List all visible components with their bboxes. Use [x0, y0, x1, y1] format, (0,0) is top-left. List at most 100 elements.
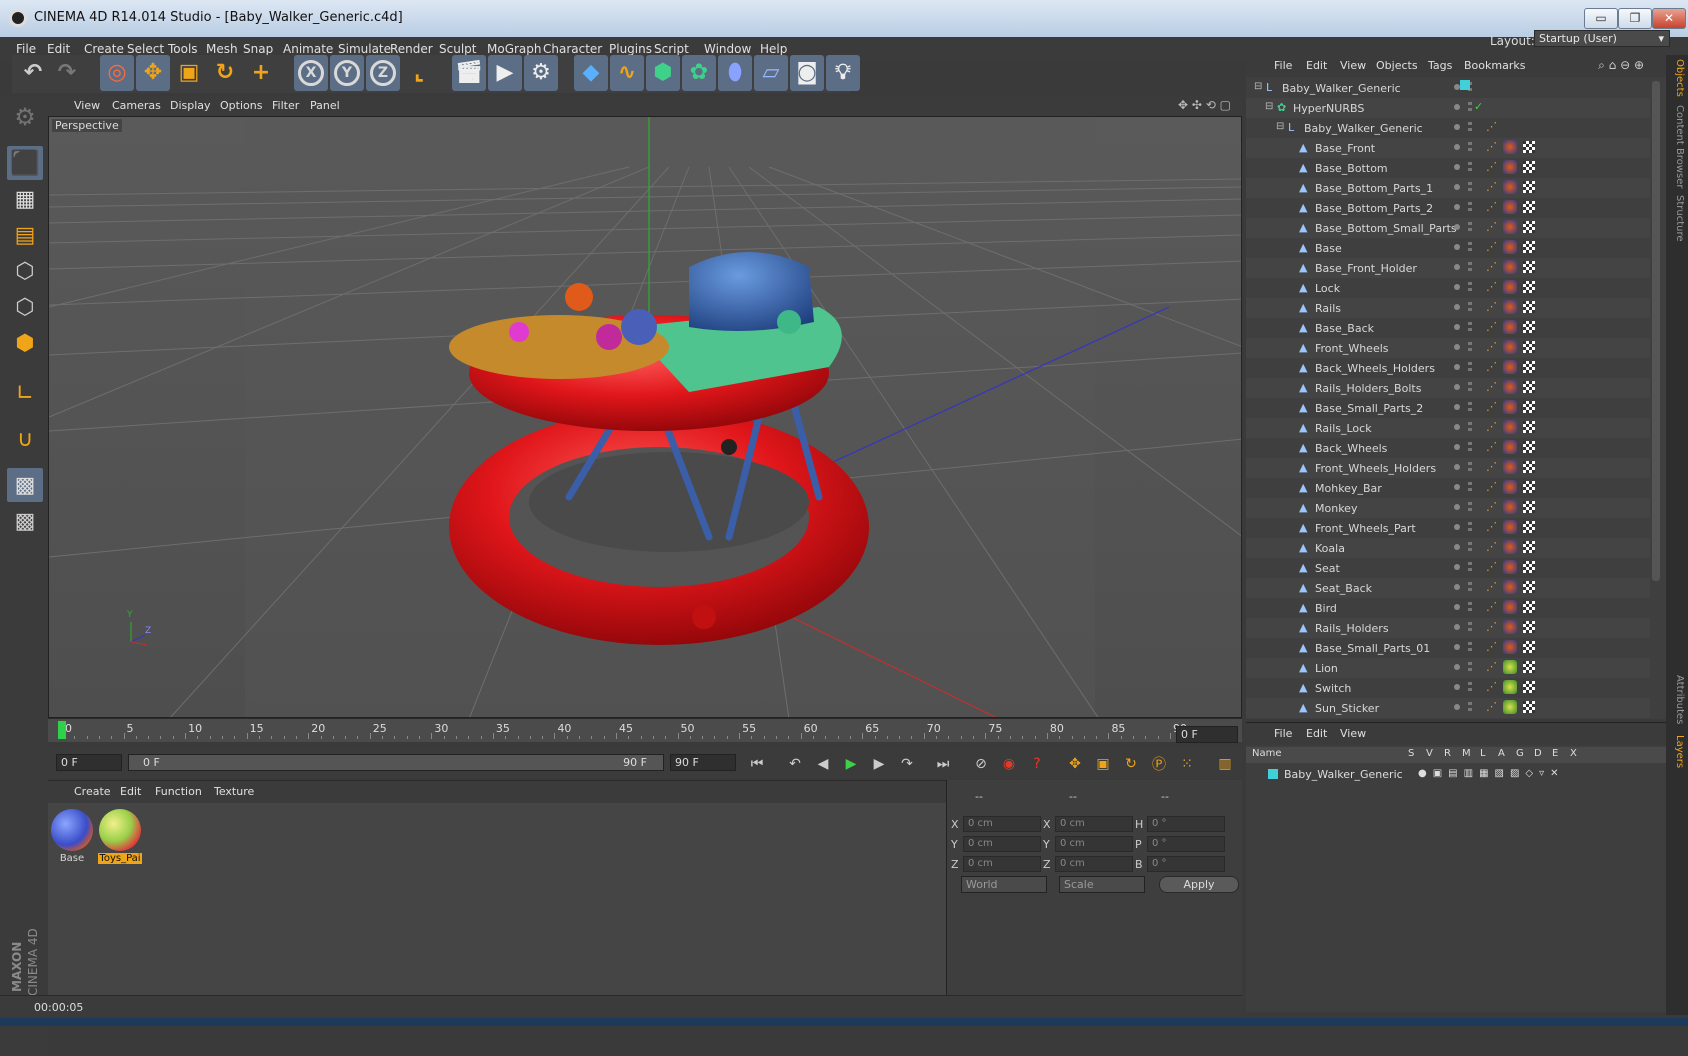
- menu-sculpt[interactable]: Sculpt: [439, 42, 476, 56]
- locked-workplane-button[interactable]: ▩: [7, 504, 43, 538]
- menu-window[interactable]: Window: [704, 42, 751, 56]
- layer-menu-edit[interactable]: Edit: [1306, 727, 1327, 740]
- object-tags[interactable]: ⋰: [1486, 220, 1552, 236]
- menu-mograph[interactable]: MoGraph: [487, 42, 542, 56]
- viewport-nav-icons[interactable]: ✥ ✣ ⟲ ▢: [1178, 98, 1231, 112]
- points-mode-button[interactable]: ⬡: [7, 254, 43, 288]
- coord-field[interactable]: 0 °: [1147, 856, 1225, 872]
- object-tags[interactable]: ⋰: [1486, 300, 1552, 316]
- coord-field[interactable]: 0 °: [1147, 816, 1225, 832]
- visibility-dot[interactable]: [1454, 124, 1460, 130]
- edges-mode-button[interactable]: ⬡: [7, 290, 43, 324]
- render-dot[interactable]: [1468, 402, 1472, 414]
- object-tags[interactable]: ⋰: [1486, 560, 1552, 576]
- visibility-dot[interactable]: [1454, 484, 1460, 490]
- material-base[interactable]: Base: [50, 809, 94, 867]
- coord-mode-select[interactable]: World: [961, 876, 1047, 893]
- object-row[interactable]: ▲ Mohkey_Bar ⋰: [1246, 478, 1650, 498]
- layer-column-x[interactable]: X: [1570, 748, 1577, 759]
- menu-tools[interactable]: Tools: [168, 42, 198, 56]
- object-row[interactable]: ▲ Base_Small_Parts_01 ⋰: [1246, 638, 1650, 658]
- material-menu-texture[interactable]: Texture: [214, 785, 254, 798]
- coord-field[interactable]: 0 °: [1147, 836, 1225, 852]
- expand-toggle-icon[interactable]: ⊟: [1254, 81, 1262, 92]
- object-menu-file[interactable]: File: [1274, 59, 1292, 72]
- menu-mesh[interactable]: Mesh: [206, 42, 238, 56]
- object-menu-edit[interactable]: Edit: [1306, 59, 1327, 72]
- side-tab-objects[interactable]: Objects: [1669, 59, 1685, 97]
- close-button[interactable]: ✕: [1652, 8, 1686, 29]
- render-dot[interactable]: [1468, 562, 1472, 574]
- layer-column-v[interactable]: V: [1426, 748, 1433, 759]
- render-dot[interactable]: [1468, 682, 1472, 694]
- viewport-menu-display[interactable]: Display: [170, 99, 211, 112]
- render-dot[interactable]: [1468, 642, 1472, 654]
- object-menu-view[interactable]: View: [1340, 59, 1366, 72]
- render-view-button[interactable]: 🎬︎: [452, 55, 486, 91]
- menu-help[interactable]: Help: [760, 42, 787, 56]
- object-row[interactable]: ▲ Front_Wheels_Holders ⋰: [1246, 458, 1650, 478]
- object-row[interactable]: ⊟ L Baby_Walker_Generic: [1246, 78, 1650, 98]
- object-row[interactable]: ▲ Base_Front_Holder ⋰: [1246, 258, 1650, 278]
- visibility-dot[interactable]: [1454, 404, 1460, 410]
- visibility-dot[interactable]: [1454, 324, 1460, 330]
- end-frame-field[interactable]: 90 F: [670, 754, 736, 771]
- visibility-dot[interactable]: [1454, 264, 1460, 270]
- render-dot[interactable]: [1468, 662, 1472, 674]
- undo-button[interactable]: ↶: [16, 55, 50, 91]
- layer-toggles[interactable]: ●▣▤▥▦▧▨◇▿✕: [1418, 768, 1565, 779]
- timeline-playhead[interactable]: [58, 721, 66, 739]
- object-menu-bookmarks[interactable]: Bookmarks: [1464, 59, 1525, 72]
- render-dot[interactable]: [1468, 482, 1472, 494]
- coord-scale-select[interactable]: Scale: [1059, 876, 1145, 893]
- visibility-dot[interactable]: [1454, 704, 1460, 710]
- viewport-menu-view[interactable]: View: [74, 99, 100, 112]
- render-dot[interactable]: [1468, 142, 1472, 154]
- menu-file[interactable]: File: [16, 42, 36, 56]
- viewport-menu-options[interactable]: Options: [220, 99, 262, 112]
- render-dot[interactable]: [1468, 502, 1472, 514]
- render-dot[interactable]: [1468, 262, 1472, 274]
- visibility-dot[interactable]: [1454, 304, 1460, 310]
- object-tags[interactable]: ⋰: [1486, 540, 1552, 556]
- coord-field[interactable]: 0 cm: [963, 816, 1041, 832]
- object-tags[interactable]: ⋰: [1486, 160, 1552, 176]
- x-axis-button[interactable]: X: [294, 55, 328, 91]
- side-tab-content-browser[interactable]: Content Browser: [1669, 105, 1685, 188]
- render-dot[interactable]: [1468, 302, 1472, 314]
- axis-mode-button[interactable]: ∟: [7, 376, 43, 410]
- move-tool-button[interactable]: ✥: [136, 55, 170, 91]
- object-row[interactable]: ▲ Seat ⋰: [1246, 558, 1650, 578]
- key-rotation-button[interactable]: ↻: [1118, 752, 1144, 776]
- start-frame-field[interactable]: 0 F: [56, 754, 122, 771]
- visibility-dot[interactable]: [1454, 344, 1460, 350]
- object-tags[interactable]: ⋰: [1486, 200, 1552, 216]
- visibility-dot[interactable]: [1454, 664, 1460, 670]
- object-row[interactable]: ▲ Lock ⋰: [1246, 278, 1650, 298]
- object-tags[interactable]: ⋰: [1486, 460, 1552, 476]
- add-array-button[interactable]: ✿: [682, 55, 716, 91]
- add-tool-button[interactable]: +: [244, 55, 278, 91]
- menu-edit[interactable]: Edit: [47, 42, 70, 56]
- object-row[interactable]: ▲ Front_Wheels_Part ⋰: [1246, 518, 1650, 538]
- object-tags[interactable]: ⋰: [1486, 480, 1552, 496]
- menu-create[interactable]: Create: [84, 42, 124, 56]
- apply-button[interactable]: Apply: [1159, 876, 1239, 893]
- visibility-dot[interactable]: [1454, 444, 1460, 450]
- timeline-ruler[interactable]: 051015202530354045505560657075808590: [48, 718, 1242, 742]
- object-row[interactable]: ▲ Base ⋰: [1246, 238, 1650, 258]
- polygons-mode-button[interactable]: ⬢: [7, 326, 43, 360]
- visibility-dot[interactable]: [1454, 604, 1460, 610]
- object-row[interactable]: ▲ Back_Wheels_Holders ⋰: [1246, 358, 1650, 378]
- coord-field[interactable]: 0 cm: [1055, 856, 1133, 872]
- object-row[interactable]: ▲ Back_Wheels ⋰: [1246, 438, 1650, 458]
- render-dot[interactable]: [1468, 222, 1472, 234]
- expand-toggle-icon[interactable]: ⊟: [1265, 101, 1273, 112]
- object-row[interactable]: ▲ Base_Back ⋰: [1246, 318, 1650, 338]
- layer-column-s[interactable]: S: [1408, 748, 1414, 759]
- visibility-dot[interactable]: [1454, 544, 1460, 550]
- object-row[interactable]: ▲ Monkey ⋰: [1246, 498, 1650, 518]
- render-dot[interactable]: [1468, 322, 1472, 334]
- render-dot[interactable]: [1468, 582, 1472, 594]
- visibility-dot[interactable]: [1454, 364, 1460, 370]
